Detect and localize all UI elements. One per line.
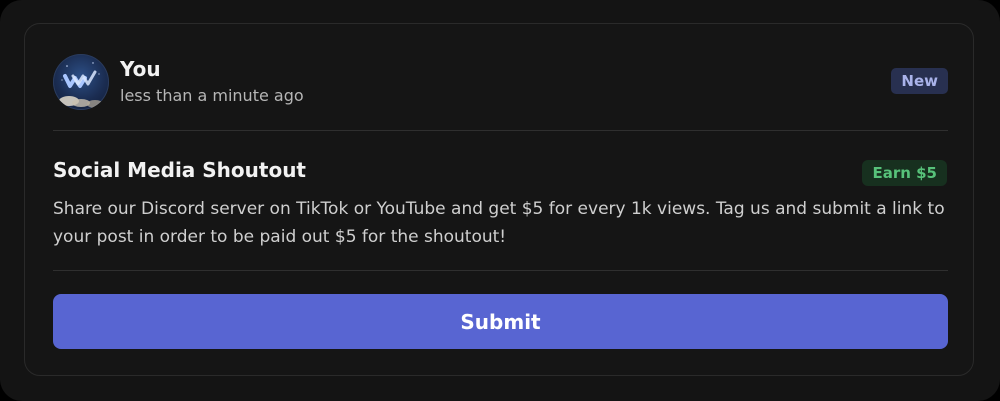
task-title: Social Media Shoutout: [53, 158, 306, 182]
post-timestamp: less than a minute ago: [120, 86, 304, 105]
post-header: You less than a minute ago New: [53, 54, 948, 110]
avatar[interactable]: [53, 54, 109, 110]
footer-divider: [53, 270, 948, 271]
app-frame: You less than a minute ago New Social Me…: [0, 0, 1000, 401]
task-description: Share our Discord server on TikTok or Yo…: [53, 199, 945, 247]
task-card: You less than a minute ago New Social Me…: [24, 23, 974, 376]
header-divider: [53, 130, 948, 131]
wave-logo-icon: [59, 62, 103, 108]
submit-button[interactable]: Submit: [53, 294, 948, 349]
reward-badge: Earn $5: [862, 160, 947, 186]
status-badge: New: [891, 68, 948, 94]
author-name: You: [120, 57, 161, 81]
